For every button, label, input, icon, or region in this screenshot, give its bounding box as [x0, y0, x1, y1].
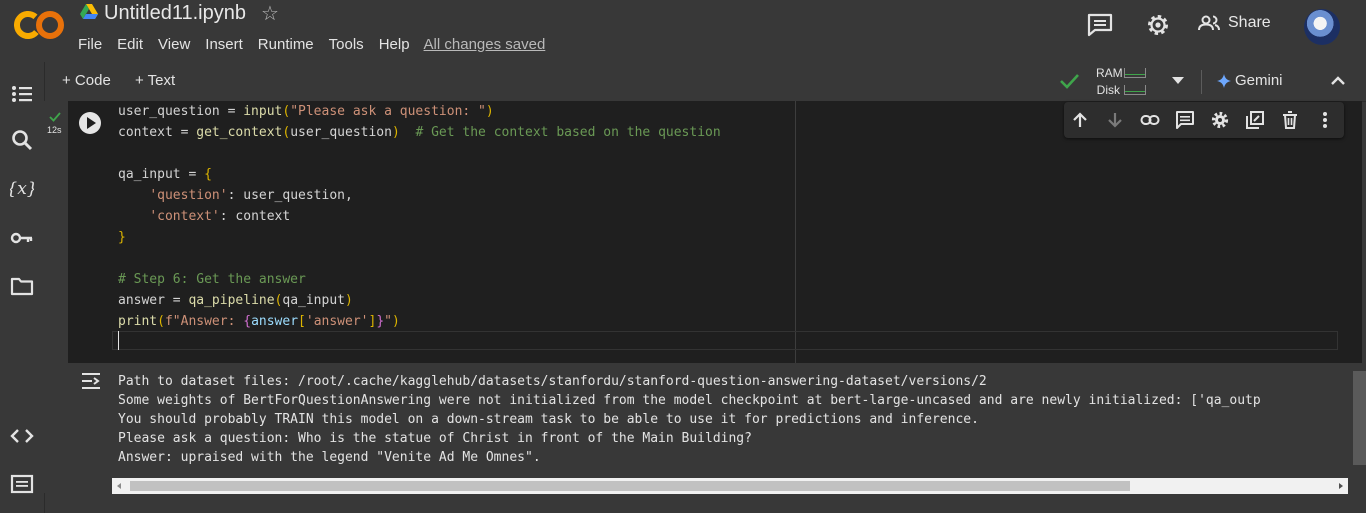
share-button[interactable]: Share [1198, 14, 1271, 32]
menu-help[interactable]: Help [379, 36, 410, 53]
chevron-up-icon[interactable] [1328, 71, 1348, 91]
code-line: answer = qa_pipeline(qa_input) [118, 293, 353, 308]
gear-icon[interactable] [1210, 110, 1230, 130]
share-label: Share [1228, 14, 1271, 31]
add-text-button[interactable]: + Text [135, 72, 175, 89]
code-line: } [118, 230, 126, 245]
table-of-contents-icon[interactable] [10, 82, 34, 106]
text-cursor [118, 331, 119, 350]
resource-monitor[interactable]: RAM Disk [1096, 64, 1146, 98]
menu-view[interactable]: View [158, 36, 190, 53]
ram-meter [1124, 67, 1146, 78]
code-line: 'context': context [149, 209, 291, 224]
run-cell-button[interactable] [79, 112, 101, 134]
add-code-button[interactable]: + Code [62, 72, 111, 89]
arrow-down-icon[interactable] [1105, 110, 1125, 130]
delete-icon[interactable] [1280, 110, 1300, 130]
cell-gutter [44, 101, 68, 493]
code-snippets-icon[interactable] [10, 424, 34, 448]
execution-success-icon [49, 112, 61, 122]
people-icon [1198, 15, 1220, 31]
more-options-icon[interactable] [1315, 110, 1335, 130]
menu-insert[interactable]: Insert [205, 36, 243, 53]
code-line: context = get_context(user_question) # G… [118, 125, 721, 140]
active-line-highlight [112, 331, 1338, 350]
disk-label: Disk [1096, 82, 1120, 97]
comment-icon[interactable] [1175, 110, 1195, 130]
code-content[interactable]: user_question = input("Please ask a ques… [118, 101, 721, 332]
comment-icon[interactable] [1087, 13, 1113, 37]
scroll-right-icon[interactable] [1339, 483, 1343, 489]
avatar[interactable] [1304, 9, 1340, 45]
app-header: Untitled11.ipynb ☆ File Edit View Insert… [0, 0, 1366, 63]
gear-icon[interactable] [1145, 12, 1171, 38]
vertical-scrollbar[interactable] [1353, 371, 1366, 465]
save-status[interactable]: All changes saved [424, 36, 546, 53]
code-line: qa_input = { [118, 167, 212, 182]
gemini-label: Gemini [1235, 72, 1283, 89]
code-line: print(f"Answer: {answer['answer']}") [118, 314, 400, 329]
code-line: user_question = input("Please ask a ques… [118, 104, 494, 119]
output-text: Path to dataset files: /root/.cache/kagg… [118, 372, 1350, 468]
star-icon[interactable]: ☆ [261, 1, 279, 26]
notebook-title[interactable]: Untitled11.ipynb [104, 2, 246, 25]
menu-edit[interactable]: Edit [117, 36, 143, 53]
disk-meter [1124, 84, 1146, 95]
search-icon[interactable] [10, 128, 34, 152]
output-line: You should probably TRAIN this model on … [118, 412, 979, 427]
key-icon[interactable] [10, 226, 34, 250]
menu-runtime[interactable]: Runtime [258, 36, 314, 53]
left-sidebar: {x} [0, 62, 45, 513]
check-icon [1060, 74, 1079, 89]
output-line: Some weights of BertForQuestionAnswering… [118, 393, 1261, 408]
ram-label: RAM [1096, 65, 1123, 80]
google-drive-icon [80, 4, 98, 19]
menu-bar: File Edit View Insert Runtime Tools Help… [78, 36, 560, 53]
mirror-cell-icon[interactable] [1245, 110, 1265, 130]
code-line: # Step 6: Get the answer [118, 272, 306, 287]
scroll-left-icon[interactable] [117, 483, 121, 489]
output-line: Path to dataset files: /root/.cache/kagg… [118, 374, 987, 389]
execution-time: 12s [47, 125, 62, 135]
variables-icon[interactable]: {x} [10, 176, 34, 200]
code-line: 'question': user_question, [149, 188, 353, 203]
output-line: Please ask a question: Who is the statue… [118, 431, 752, 446]
toolbar-divider [1201, 70, 1202, 94]
line-length-ruler [795, 101, 796, 363]
arrow-up-icon[interactable] [1070, 110, 1090, 130]
menu-file[interactable]: File [78, 36, 102, 53]
output-actions-icon[interactable] [80, 372, 102, 390]
chevron-down-icon[interactable] [1172, 77, 1184, 84]
folder-icon[interactable] [10, 274, 34, 298]
sparkle-icon [1217, 73, 1231, 88]
notebook-toolbar: + Code + Text RAM Disk Gemini [44, 62, 1366, 102]
cell-toolbar [1064, 102, 1344, 138]
gemini-button[interactable]: Gemini [1217, 72, 1283, 89]
svg-text:{x}: {x} [10, 179, 34, 199]
colab-logo[interactable] [14, 10, 64, 40]
output-line: Answer: upraised with the legend "Venite… [118, 450, 541, 465]
terminal-icon[interactable] [10, 472, 34, 496]
horizontal-scrollbar[interactable] [112, 478, 1348, 494]
link-icon[interactable] [1140, 110, 1160, 130]
menu-tools[interactable]: Tools [329, 36, 364, 53]
scrollbar-thumb[interactable] [130, 481, 1130, 491]
